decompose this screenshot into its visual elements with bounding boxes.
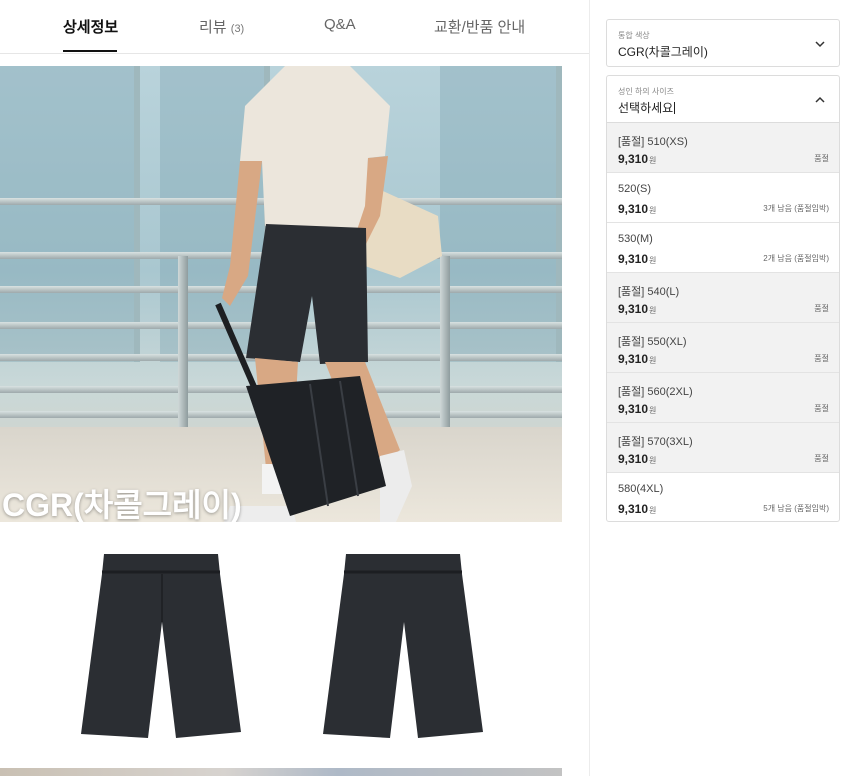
size-option-530[interactable]: 530(M) 9,310원 2개 남음 (품절임박) [607, 223, 839, 273]
option-stock: 품절 [814, 454, 829, 463]
model-figure [215, 66, 442, 522]
tab-reviews-count: (3) [230, 23, 245, 35]
option-stock: 품절 [814, 404, 829, 413]
size-option-580[interactable]: 580(4XL) 9,310원 5개 남음 (품절임박) [607, 473, 839, 523]
product-lifestyle-image: CGR(차콜그레이) [0, 66, 562, 522]
tab-exchange-label: 교환/반품 안내 [434, 19, 526, 36]
option-name: [품절] 540(L) [618, 286, 680, 298]
option-stock: 5개 남음 (품절임박) [763, 504, 829, 513]
option-price: 9,310원 [618, 152, 657, 166]
active-tab-indicator [63, 50, 117, 52]
color-select-label: 통합 색상 [618, 31, 650, 40]
option-stock: 3개 남음 (품절임박) [763, 204, 829, 213]
size-option-520[interactable]: 520(S) 9,310원 3개 남음 (품절임박) [607, 173, 839, 223]
tab-qna[interactable]: Q&A [324, 16, 356, 33]
tab-detail-label: 상세정보 [63, 19, 119, 36]
size-select[interactable]: 성인 하의 사이즈 선택하세요 [품절] 510(XS) 9,310원 품절 5… [606, 75, 840, 522]
tab-exchange-return[interactable]: 교환/반품 안내 [434, 16, 525, 37]
size-option-540[interactable]: [품절] 540(L) 9,310원 품절 [607, 273, 839, 323]
option-name: [품절] 560(2XL) [618, 386, 693, 398]
size-select-header[interactable]: 성인 하의 사이즈 선택하세요 [607, 76, 839, 123]
size-option-510[interactable]: [품절] 510(XS) 9,310원 품절 [607, 123, 839, 173]
color-overlay-text: CGR(차콜그레이) [2, 487, 242, 522]
option-stock: 품절 [814, 154, 829, 163]
option-name: 520(S) [618, 183, 652, 195]
tab-reviews-label: 리뷰 [199, 19, 227, 36]
size-option-550[interactable]: [품절] 550(XL) 9,310원 품절 [607, 323, 839, 373]
size-select-placeholder: 선택하세요 [618, 101, 676, 115]
tab-reviews[interactable]: 리뷰 (3) [199, 16, 244, 37]
option-name: 580(4XL) [618, 483, 664, 495]
size-select-label: 성인 하의 사이즈 [618, 87, 674, 96]
option-name: 530(M) [618, 233, 653, 245]
option-name: [품절] 570(3XL) [618, 436, 693, 448]
chevron-up-icon [815, 96, 825, 103]
option-price: 9,310원 [618, 202, 657, 216]
option-price: 9,310원 [618, 302, 657, 316]
shorts-back-image [323, 554, 483, 738]
option-panel: 통합 색상 CGR(차콜그레이) 성인 하의 사이즈 선택하세요 [품절] 51… [589, 0, 862, 776]
option-price: 9,310원 [618, 452, 657, 466]
option-price: 9,310원 [618, 402, 657, 416]
option-price: 9,310원 [618, 252, 657, 266]
option-price: 9,310원 [618, 352, 657, 366]
option-name: [품절] 510(XS) [618, 136, 688, 148]
option-stock: 품절 [814, 304, 829, 313]
option-price: 9,310원 [618, 502, 657, 516]
color-select[interactable]: 통합 색상 CGR(차콜그레이) [606, 19, 840, 67]
color-select-value: CGR(차콜그레이) [618, 45, 708, 59]
option-stock: 2개 남음 (품절임박) [763, 254, 829, 263]
next-image-edge [0, 768, 562, 776]
shorts-front-image [81, 554, 241, 738]
option-stock: 품절 [814, 354, 829, 363]
tab-qna-label: Q&A [324, 16, 356, 33]
option-name: [품절] 550(XL) [618, 336, 687, 348]
size-option-570[interactable]: [품절] 570(3XL) 9,310원 품절 [607, 423, 839, 473]
tab-detail[interactable]: 상세정보 [63, 16, 118, 37]
product-tabs: 상세정보 리뷰 (3) Q&A 교환/반품 안내 [0, 0, 589, 54]
size-option-560[interactable]: [품절] 560(2XL) 9,310원 품절 [607, 373, 839, 423]
chevron-down-icon [815, 41, 825, 48]
